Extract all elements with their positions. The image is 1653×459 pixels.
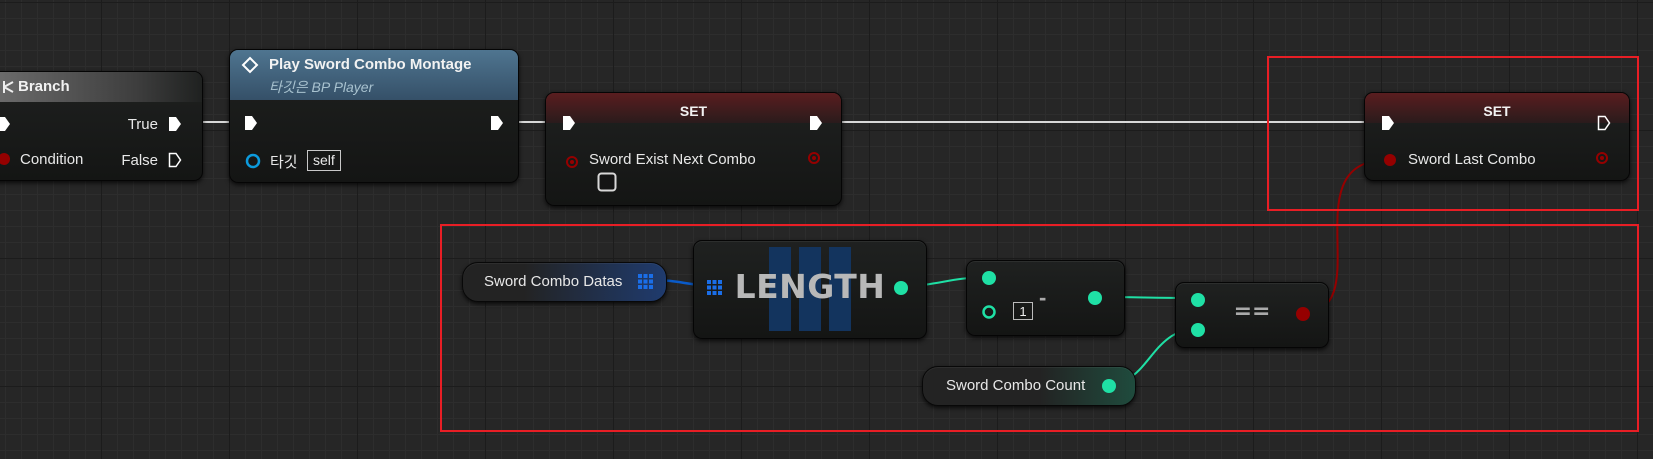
- function-diamond-icon: [241, 56, 259, 74]
- branch-false-exec-pin[interactable]: [168, 152, 182, 168]
- branch-false-label: False: [121, 152, 158, 169]
- branch-condition-label: Condition: [20, 151, 84, 168]
- set1-bool-in-pin[interactable]: [565, 155, 579, 169]
- montage-exec-in-pin[interactable]: [244, 115, 258, 131]
- set1-exec-in-pin[interactable]: [562, 115, 576, 131]
- set1-exec-out-pin[interactable]: [809, 115, 823, 131]
- highlight-box-set-last-combo: [1267, 56, 1639, 211]
- montage-self-box[interactable]: self: [307, 150, 341, 171]
- set-sword-exist-next-combo-node[interactable]: SET Sword Exist Next Combo: [545, 92, 842, 206]
- branch-true-label: True: [127, 116, 158, 133]
- branch-title: Branch: [18, 78, 70, 95]
- montage-subtitle-prefix: 타깃은: [269, 79, 308, 95]
- montage-target-pin[interactable]: [245, 153, 261, 169]
- branch-node[interactable]: Branch Condition True False: [0, 71, 203, 181]
- set1-title: SET: [679, 103, 708, 119]
- set1-var-label: Sword Exist Next Combo: [589, 151, 756, 168]
- branch-icon: [1, 79, 17, 95]
- montage-target-label: 타깃: [270, 154, 298, 171]
- montage-subtitle-target: BP Player: [311, 79, 374, 95]
- set1-checkbox[interactable]: [597, 172, 617, 192]
- montage-exec-out-pin[interactable]: [490, 115, 504, 131]
- branch-condition-pin[interactable]: [0, 152, 11, 166]
- montage-title: Play Sword Combo Montage: [269, 56, 472, 73]
- play-sword-combo-montage-node[interactable]: Play Sword Combo Montage 타깃은 BP Player 타…: [229, 49, 519, 183]
- branch-true-exec-pin[interactable]: [168, 116, 182, 132]
- highlight-box-combo-check: [440, 224, 1639, 432]
- branch-exec-in-pin[interactable]: [0, 116, 11, 132]
- montage-subtitle: 타깃은 BP Player: [269, 77, 373, 97]
- set1-bool-out-pin[interactable]: [807, 151, 821, 165]
